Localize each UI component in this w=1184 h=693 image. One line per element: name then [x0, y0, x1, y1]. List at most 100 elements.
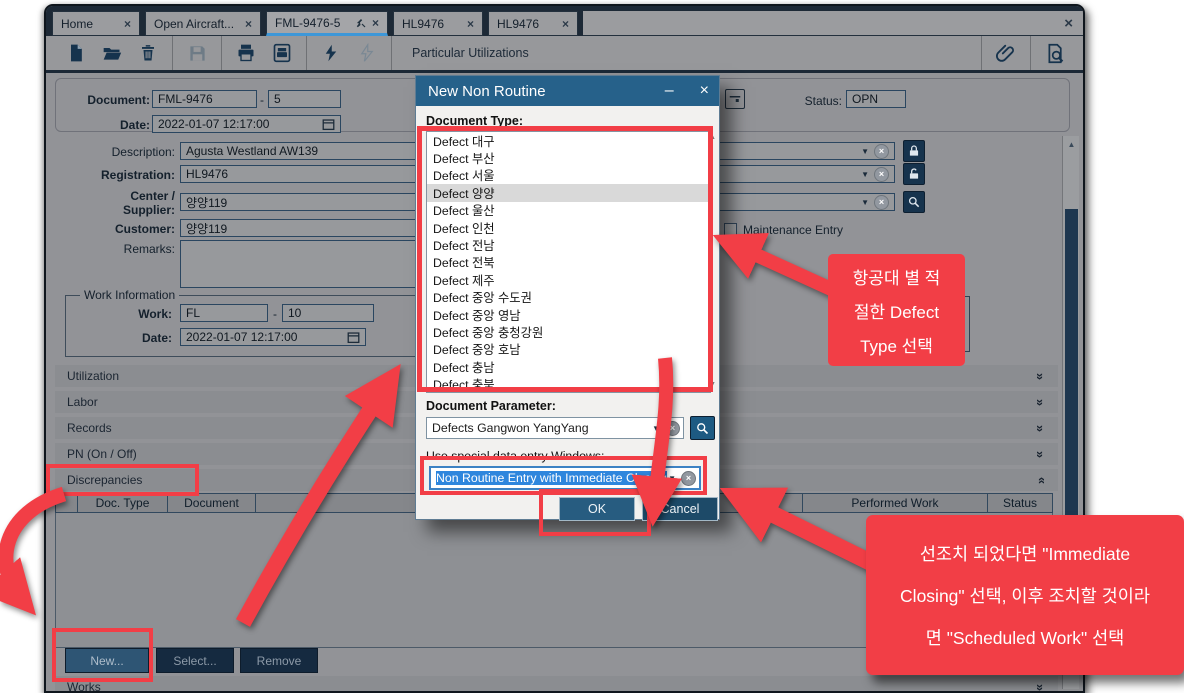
- dialog-titlebar[interactable]: New Non Routine – ×: [416, 76, 719, 106]
- tab[interactable]: Open Aircraft... ×: [145, 11, 261, 36]
- document-type-item[interactable]: Defect 충북: [427, 375, 710, 392]
- button-label: New...: [90, 654, 123, 668]
- document-number-field[interactable]: FML-9476: [152, 90, 257, 108]
- unlock-icon[interactable]: [903, 163, 925, 185]
- clear-icon[interactable]: ×: [874, 167, 889, 182]
- date-label: Date:: [86, 118, 150, 132]
- tab-close-icon[interactable]: ×: [124, 17, 131, 31]
- window-close-icon[interactable]: ×: [1064, 15, 1073, 32]
- dropdown-arrow-icon[interactable]: ▼: [652, 424, 660, 433]
- dropdown-arrow-icon[interactable]: ▼: [861, 170, 869, 179]
- special-entry-combo[interactable]: Non Routine Entry with Immediate Closing…: [429, 466, 701, 490]
- chevron-icon[interactable]: »: [1033, 683, 1048, 690]
- search-icon[interactable]: [690, 416, 715, 440]
- status-value: OPN: [852, 92, 878, 106]
- annotation-line: Closing" 선택, 이후 조치할 것이라: [866, 575, 1184, 617]
- document-type-item[interactable]: Defect 서울: [427, 167, 710, 184]
- document-type-item[interactable]: Defect 전북: [427, 254, 710, 271]
- section-bar-works[interactable]: Works »: [55, 676, 1058, 693]
- clear-icon[interactable]: ×: [874, 144, 889, 159]
- clear-icon[interactable]: ×: [665, 421, 680, 436]
- registration-value: HL9476: [186, 167, 228, 181]
- pin-icon[interactable]: [356, 18, 366, 28]
- document-type-item[interactable]: Defect 인천: [427, 219, 710, 236]
- tab-close-icon[interactable]: ×: [245, 17, 252, 31]
- column-header[interactable]: [55, 493, 78, 513]
- scrollbar-up-icon[interactable]: ▲: [1063, 140, 1080, 149]
- print-icon[interactable]: [228, 38, 264, 68]
- document-type-item[interactable]: Defect 부산: [427, 149, 710, 166]
- lightning-icon[interactable]: [313, 38, 349, 68]
- chevron-icon[interactable]: »: [1033, 424, 1048, 431]
- document-type-item[interactable]: Defect 충남: [427, 358, 710, 375]
- work-date-field[interactable]: 2022-01-07 12:17:00: [180, 328, 366, 346]
- dropdown-arrow-icon[interactable]: ▼: [668, 474, 676, 483]
- document-type-item[interactable]: Defect 중앙 충청강원: [427, 323, 710, 340]
- work-sub-field[interactable]: 10: [282, 304, 374, 322]
- document-type-item[interactable]: Defect 중앙 수도권: [427, 289, 710, 306]
- chevron-icon[interactable]: »: [1033, 476, 1048, 483]
- dropdown-arrow-icon[interactable]: ▼: [861, 198, 869, 207]
- tab[interactable]: Home ×: [52, 11, 140, 36]
- document-type-item[interactable]: Defect 양양: [427, 184, 710, 201]
- calendar-icon[interactable]: [725, 89, 745, 109]
- document-parameter-combo[interactable]: Defects Gangwon YangYang ▼ ×: [426, 417, 684, 439]
- new-document-icon[interactable]: [58, 38, 94, 68]
- minimize-icon[interactable]: –: [665, 82, 674, 100]
- tab-close-icon[interactable]: ×: [372, 16, 379, 30]
- column-header[interactable]: Performed Work: [803, 493, 988, 513]
- column-header[interactable]: Status: [988, 493, 1053, 513]
- tab-close-icon[interactable]: ×: [562, 17, 569, 31]
- document-type-item[interactable]: Defect 대구: [427, 132, 710, 149]
- list-scroll-down-icon[interactable]: ▼: [709, 381, 716, 388]
- attachment-icon[interactable]: [988, 38, 1024, 68]
- calendar-icon[interactable]: [347, 331, 360, 344]
- column-header[interactable]: Doc. Type: [78, 493, 168, 513]
- action-button[interactable]: New...: [65, 648, 149, 673]
- document-type-item[interactable]: Defect 제주: [427, 271, 710, 288]
- open-folder-icon[interactable]: [94, 38, 130, 68]
- maintenance-entry-checkbox[interactable]: [724, 223, 737, 236]
- lock-icon[interactable]: [903, 140, 925, 162]
- chevron-icon[interactable]: »: [1033, 450, 1048, 457]
- document-type-item-label: Defect 중앙 충청강원: [433, 323, 543, 341]
- dropdown-arrow-icon[interactable]: ▼: [861, 147, 869, 156]
- cancel-button[interactable]: Cancel: [642, 497, 718, 521]
- document-search-icon[interactable]: [1037, 38, 1073, 68]
- document-type-item[interactable]: Defect 중앙 영남: [427, 306, 710, 323]
- date-field[interactable]: 2022-01-07 12:17:00: [152, 115, 341, 133]
- clear-icon[interactable]: ×: [874, 195, 889, 210]
- document-sub-field[interactable]: 5: [268, 90, 341, 108]
- description-value: Agusta Westland AW139: [186, 144, 318, 158]
- document-type-item[interactable]: Defect 중앙 호남: [427, 341, 710, 358]
- document-type-list[interactable]: Defect 대구Defect 부산Defect 서울Defect 양양Defe…: [426, 131, 711, 393]
- chevron-icon[interactable]: »: [1033, 372, 1048, 379]
- print-preview-icon[interactable]: [264, 38, 300, 68]
- action-button[interactable]: Select...: [156, 648, 234, 673]
- work-field[interactable]: FL: [180, 304, 268, 322]
- chevron-icon[interactable]: »: [1033, 398, 1048, 405]
- ok-button[interactable]: OK: [559, 497, 635, 521]
- tab-close-icon[interactable]: ×: [467, 17, 474, 31]
- document-separator: -: [258, 93, 266, 107]
- calendar-icon[interactable]: [322, 118, 335, 131]
- delete-icon[interactable]: [130, 38, 166, 68]
- description-label: Description:: [55, 145, 175, 159]
- document-type-item-label: Defect 서울: [433, 166, 495, 184]
- close-icon[interactable]: ×: [700, 82, 709, 100]
- column-header-label: Doc. Type: [96, 496, 150, 510]
- clear-icon[interactable]: ×: [681, 471, 696, 486]
- document-type-item[interactable]: Defect 전남: [427, 236, 710, 253]
- remarks-label: Remarks:: [55, 242, 175, 256]
- document-type-item[interactable]: Defect 울산: [427, 202, 710, 219]
- document-type-item-label: Defect 울산: [433, 201, 495, 219]
- tab[interactable]: HL9476 ×: [393, 11, 483, 36]
- annotation-line: 절한 Defect: [828, 296, 965, 330]
- tab[interactable]: HL9476 ×: [488, 11, 578, 36]
- search-icon[interactable]: [903, 191, 925, 213]
- list-scroll-up-icon[interactable]: ▲: [709, 134, 716, 141]
- tab-bar: Home × Open Aircraft... ×: [46, 6, 1083, 36]
- tab[interactable]: FML-9476-5 ×: [266, 11, 388, 36]
- column-header[interactable]: Document: [168, 493, 256, 513]
- action-button[interactable]: Remove: [240, 648, 318, 673]
